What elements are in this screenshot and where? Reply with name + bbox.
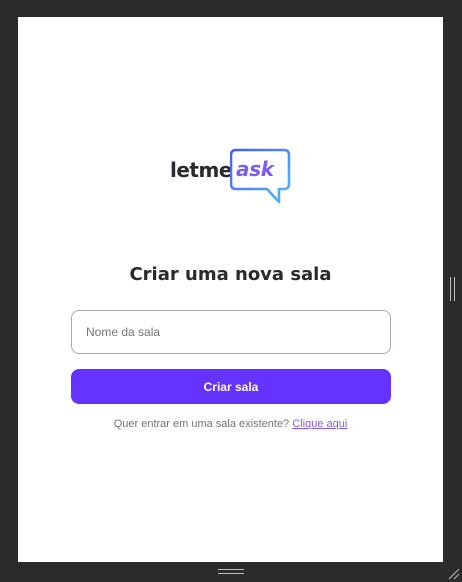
- join-room-prompt: Quer entrar em uma sala existente? Cliqu…: [18, 418, 443, 430]
- resize-grip-icon[interactable]: [446, 566, 460, 580]
- app-logo: letme ask: [170, 147, 295, 209]
- browser-frame: letme ask Criar uma nova sala Criar sala…: [0, 0, 462, 582]
- join-room-link[interactable]: Clique aqui: [292, 418, 347, 430]
- room-name-input[interactable]: [71, 310, 391, 354]
- logo-bubble-word: ask: [236, 157, 274, 181]
- side-panel-drag-handle[interactable]: [450, 277, 456, 301]
- logo-word: letme: [170, 158, 232, 182]
- page-title: Criar uma nova sala: [129, 264, 332, 285]
- bottom-panel-drag-handle[interactable]: [218, 569, 244, 575]
- create-room-button[interactable]: Criar sala: [71, 369, 391, 404]
- join-room-text: Quer entrar em uma sala existente?: [113, 418, 290, 430]
- page-viewport: letme ask Criar uma nova sala Criar sala…: [18, 17, 443, 562]
